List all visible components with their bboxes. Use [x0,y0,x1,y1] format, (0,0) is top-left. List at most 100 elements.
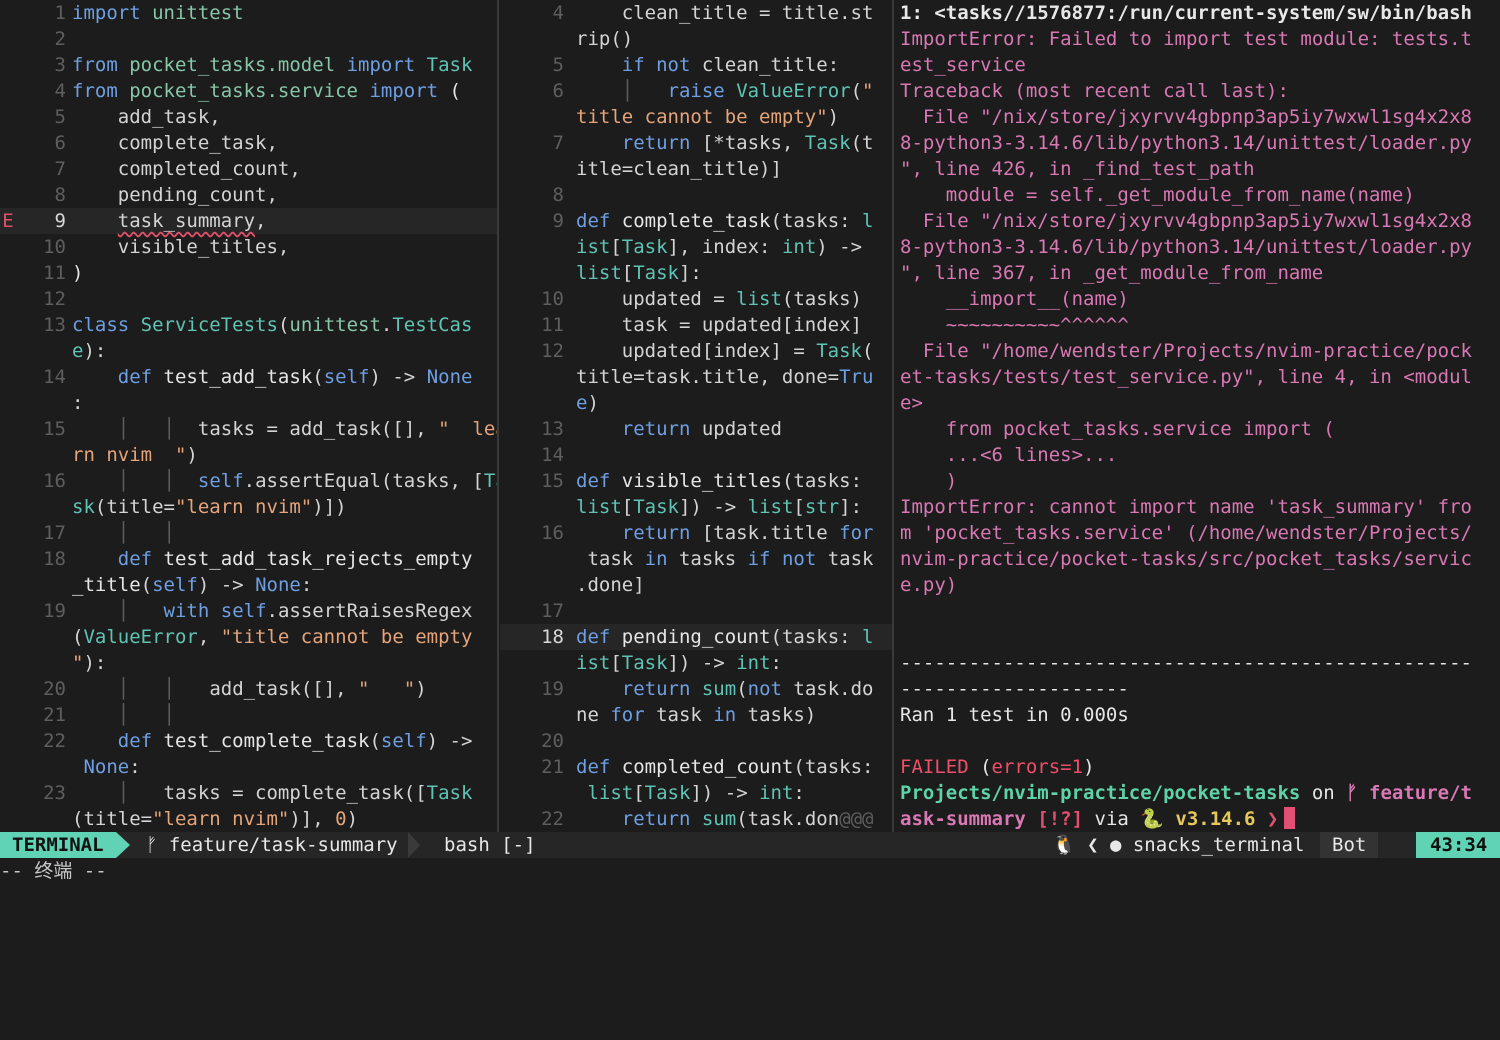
code-line[interactable]: 4 from pocket_tasks.service import ( [0,78,497,104]
code-line[interactable]: 18 def pending_count(tasks: l [500,624,892,650]
code-line[interactable]: 9 def complete_task(tasks: l [500,208,892,234]
code-line[interactable]: 1 import unittest [0,0,497,26]
code-line[interactable]: E9 task_summary, [0,208,497,234]
code-text: def test_add_task_rejects_empty [117,548,473,570]
code-line[interactable]: 19 │ with self.assertRaisesRegex [0,598,497,624]
code-line[interactable]: e): [0,338,497,364]
code-line[interactable]: task in tasks if not task [500,546,892,572]
code-line[interactable]: 23 │ tasks = complete_task([Task [0,780,497,806]
code-line[interactable]: 2 [0,26,497,52]
terminal-line: e> [900,392,923,414]
code-line[interactable]: None: [0,754,497,780]
window-separator[interactable] [497,0,499,832]
code-line[interactable]: ne for task in tasks) [500,702,892,728]
terminal-line: ) [900,470,958,492]
code-line[interactable]: 7 return [*tasks, Task(t [500,130,892,156]
code-line[interactable]: 10 updated = list(tasks) [500,286,892,312]
terminal-line: nvim-practice/pocket-tasks/src/pocket_ta… [900,548,1472,570]
code-text: def test_complete_task(self) -> [117,730,473,752]
code-line[interactable]: 6 complete_task, [0,130,497,156]
line-number: 14 [43,366,66,388]
code-line[interactable]: 5 if not clean_title: [500,52,892,78]
code-text: ne for task in tasks) [576,704,817,726]
code-text: return sum(not task.do [621,678,874,700]
code-line[interactable]: sk(title="learn nvim")]) [0,494,497,520]
code-line[interactable]: 13 class ServiceTests(unittest.TestCas [0,312,497,338]
code-line[interactable]: 10 visible_titles, [0,234,497,260]
code-text: itle=clean_title)] [576,158,782,180]
code-line[interactable]: 15 def visible_titles(tasks: [500,468,892,494]
code-line[interactable]: 19 return sum(not task.do [500,676,892,702]
code-line[interactable]: 16 return [task.title for [500,520,892,546]
code-line[interactable]: ist[Task], index: int) -> [500,234,892,260]
editor-pane-test-service[interactable]: 1 import unittest 2 3 from pocket_tasks.mode… [0,0,497,832]
code-line[interactable]: 21 │ │ [0,702,497,728]
code-line[interactable]: title=task.title, done=Tru [500,364,892,390]
code-line[interactable]: "): [0,650,497,676]
terminal-line: ~~~~~~~~~~^^^^^^ [900,314,1129,336]
code-line[interactable]: 8 pending_count, [0,182,497,208]
terminal-line: 8-python3-3.14.6/lib/python3.14/unittest… [900,132,1472,154]
line-number: 22 [43,730,66,752]
line-number: 16 [541,522,564,544]
code-line[interactable]: ist[Task]) -> int: [500,650,892,676]
code-line[interactable]: 22 return sum(task.don@@@ [500,806,892,832]
code-line[interactable]: rn nvim ") [0,442,497,468]
code-text: if not clean_title: [621,54,840,76]
code-line[interactable]: 15 │ │ tasks = add_task([], " lea [0,416,497,442]
code-line[interactable]: 13 return updated [500,416,892,442]
code-line[interactable]: 8 [500,182,892,208]
code-text: def pending_count(tasks: l [576,626,874,648]
code-line[interactable]: 18 def test_add_task_rejects_empty [0,546,497,572]
code-line[interactable]: 4 clean_title = title.st [500,0,892,26]
code-line[interactable]: 12 updated[index] = Task( [500,338,892,364]
code-line[interactable]: list[Task]) -> list[str]: [500,494,892,520]
code-line[interactable]: 3 from pocket_tasks.model import Task [0,52,497,78]
line-number: 9 [552,210,564,232]
line-number: 13 [541,418,564,440]
code-line[interactable]: 14 def test_add_task(self) -> None [0,364,497,390]
code-line[interactable]: .done] [500,572,892,598]
code-line[interactable]: 14 [500,442,892,468]
code-line[interactable]: 20 [500,728,892,754]
code-line[interactable]: rip() [500,26,892,52]
code-line[interactable]: 5 add_task, [0,104,497,130]
code-line[interactable]: e) [500,390,892,416]
code-line[interactable]: 17 │ │ [0,520,497,546]
code-text: "): [72,652,107,674]
code-text: completed_count, [72,158,301,180]
code-line[interactable]: list[Task]) -> int: [500,780,892,806]
status-line: TERMINAL ᚠ feature/task-summary bash [-]… [0,832,1500,858]
code-line[interactable]: 7 completed_count, [0,156,497,182]
code-line[interactable]: title cannot be empty") [500,104,892,130]
terminal-pane[interactable]: 1: <tasks//1576877:/run/current-system/s… [895,0,1500,832]
code-line[interactable]: : [0,390,497,416]
code-line[interactable]: itle=clean_title)] [500,156,892,182]
code-line[interactable]: list[Task]: [500,260,892,286]
line-number: 5 [552,54,564,76]
window-separator[interactable] [892,0,894,832]
editor-pane-service[interactable]: 4 clean_title = title.st rip() 5 if not cl… [500,0,892,832]
code-line[interactable]: 11 task = updated[index] [500,312,892,338]
code-text: e) [576,392,599,414]
terminal-line: File "/nix/store/jxyrvv4gbpnp3ap5iy7wxwl… [900,210,1472,232]
code-line[interactable]: 12 [0,286,497,312]
code-line[interactable]: 16 │ │ self.assertEqual(tasks, [Ta [0,468,497,494]
code-text: def test_add_task(self) -> None [117,366,473,388]
code-line[interactable]: (title="learn nvim")], 0) [0,806,497,832]
command-line[interactable]: -- 终端 -- [0,858,1500,885]
code-text: None: [83,756,141,778]
code-line[interactable]: 11) [0,260,497,286]
code-line[interactable]: 6 │ raise ValueError(" [500,78,892,104]
code-text: │ raise ValueError(" [621,80,874,102]
code-line[interactable]: 22 def test_complete_task(self) -> [0,728,497,754]
code-line[interactable]: (ValueError, "title cannot be empty [0,624,497,650]
line-number: 11 [541,314,564,336]
terminal-line: __import__(name) [900,288,1129,310]
code-line[interactable]: 17 [500,598,892,624]
code-line[interactable]: 21 def completed_count(tasks: [500,754,892,780]
code-line[interactable]: 20 │ │ add_task([], " ") [0,676,497,702]
code-line[interactable]: _title(self) -> None: [0,572,497,598]
code-text: return updated [621,418,782,440]
